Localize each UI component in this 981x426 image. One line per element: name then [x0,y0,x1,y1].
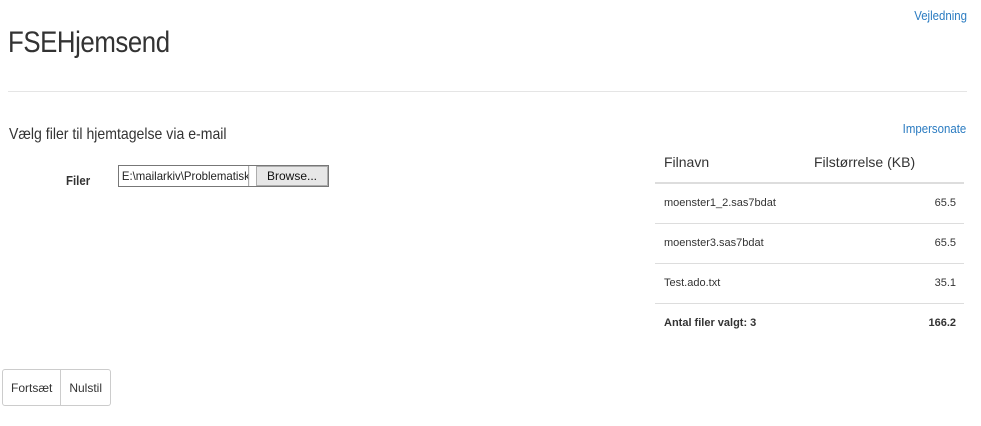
continue-button[interactable]: Fortsæt [2,369,62,406]
file-input[interactable]: E:\mailarkiv\Problematisk Browse... [118,165,329,187]
help-link[interactable]: Vejledning [914,8,967,23]
table-row: Test.ado.txt 35.1 [655,262,964,303]
column-header-filename: Filnavn [655,141,805,184]
table-row: moenster1_2.sas7bdat 65.5 [655,182,964,223]
total-label: Antal filer valgt: 3 [655,302,805,343]
table-header-row: Filnavn Filstørrelse (KB) [655,141,964,184]
file-path-field[interactable]: E:\mailarkiv\Problematisk [119,166,250,186]
table-row: moenster3.sas7bdat 65.5 [655,222,964,263]
selected-files-table: Filnavn Filstørrelse (KB) moenster1_2.sa… [655,141,964,343]
header-divider [8,91,967,92]
action-buttons: Fortsæt Nulstil [2,369,112,406]
page-title: FSEHjemsend [8,26,170,60]
upload-heading: Vælg filer til hjemtagelse via e-mail [9,126,227,143]
page: Vejledning FSEHjemsend Vælg filer til hj… [0,0,981,426]
reset-button[interactable]: Nulstil [61,369,112,406]
file-size-cell: 35.1 [805,262,964,303]
file-size-cell: 65.5 [805,182,964,223]
page-title-suffix: Hjemsend [56,26,170,59]
browse-button[interactable]: Browse... [256,166,328,186]
file-name-cell: moenster1_2.sas7bdat [655,182,805,223]
impersonate-link[interactable]: Impersonate [902,121,966,136]
column-header-filesize: Filstørrelse (KB) [805,141,964,184]
total-row: Antal filer valgt: 3 166.2 [655,302,964,343]
files-label: Filer [66,173,91,188]
file-name-cell: moenster3.sas7bdat [655,222,805,263]
total-size: 166.2 [805,302,964,343]
file-name-cell: Test.ado.txt [655,262,805,303]
file-size-cell: 65.5 [805,222,964,263]
page-title-prefix: FSE [8,26,57,59]
